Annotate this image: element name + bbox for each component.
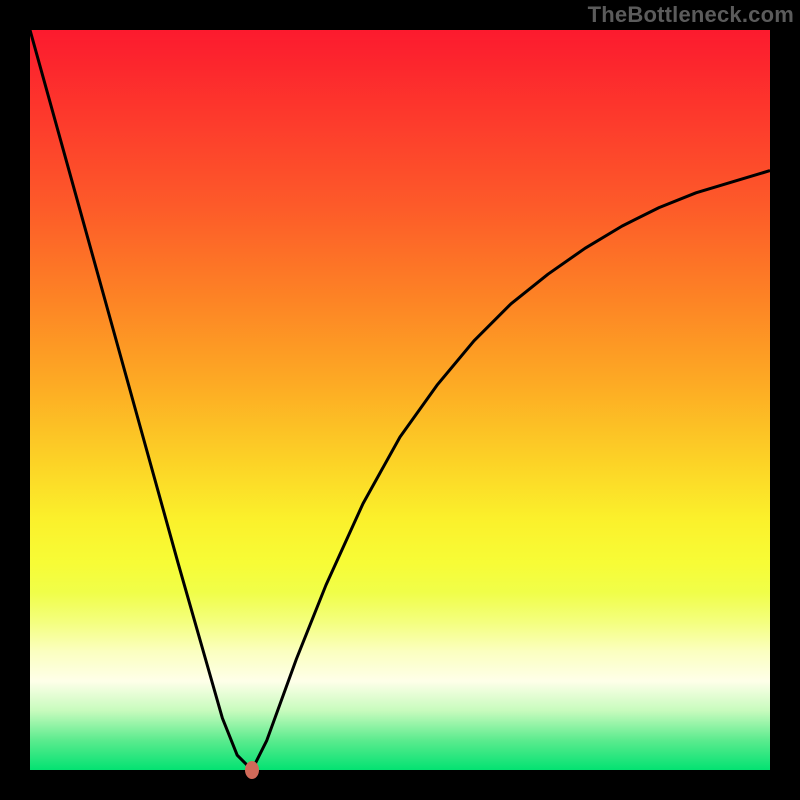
chart-frame: TheBottleneck.com <box>0 0 800 800</box>
curve-svg <box>30 30 770 770</box>
optimum-marker <box>245 761 259 779</box>
attribution-text: TheBottleneck.com <box>588 2 794 28</box>
plot-area <box>30 30 770 770</box>
curve-path <box>30 30 770 770</box>
